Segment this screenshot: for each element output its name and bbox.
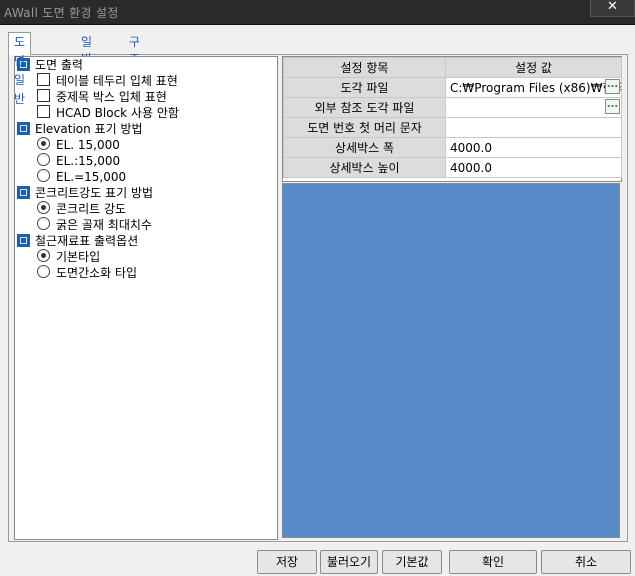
radio-selected-icon[interactable] (37, 249, 50, 262)
column-header-setting-value: 설정 값 (445, 57, 622, 78)
default-button[interactable]: 기본값 (382, 550, 442, 574)
option-label: EL.:15,000 (56, 154, 121, 168)
group-icon (17, 122, 30, 135)
checkbox-icon[interactable] (37, 89, 50, 102)
close-button[interactable]: ✕ (590, 0, 635, 17)
browse-button[interactable]: ... (605, 99, 620, 114)
table-header-row: 설정 항목 설정 값 (283, 57, 622, 78)
radio-el-space[interactable]: EL. 15,000 (37, 137, 120, 153)
group-icon (17, 234, 30, 247)
property-key: 상세박스 높이 (283, 157, 446, 178)
option-label: 기본타입 (56, 250, 101, 264)
load-button[interactable]: 불러오기 (320, 550, 378, 574)
option-label: EL. 15,000 (56, 138, 120, 152)
window-title: AWall 도면 환경 설정 (4, 6, 119, 20)
preview-panel (282, 183, 620, 538)
tree-group-drawing-output: 도면 출력 (17, 57, 83, 73)
property-table: 설정 항목 설정 값 도각 파일 C:₩Program Files (x86)₩… (283, 57, 622, 178)
tree-group-concrete-strength: 콘크리트강도 표기 방법 (17, 185, 153, 201)
property-key: 도면 번호 첫 머리 문자 (283, 117, 446, 138)
option-tree[interactable]: 도면 출력 테이블 테두리 입체 표현 중제목 박스 입체 표현 HCAD Bl… (14, 56, 278, 540)
tab-drawing-general[interactable]: 도면 일반 (8, 32, 32, 106)
checkbox-subtitle-box-3d[interactable]: 중제목 박스 입체 표현 (37, 89, 167, 105)
title-bar: AWall 도면 환경 설정 ✕ (0, 0, 635, 25)
cancel-button[interactable]: 취소 (541, 550, 631, 574)
browse-button[interactable]: ... (605, 79, 620, 94)
close-icon: ✕ (607, 0, 618, 14)
radio-el-colon[interactable]: EL.:15,000 (37, 153, 120, 169)
radio-basic-type[interactable]: 기본타입 (37, 249, 100, 265)
table-row: 상세박스 높이 4000.0 (283, 157, 622, 178)
property-value-field[interactable]: ... (445, 97, 622, 118)
save-button[interactable]: 저장 (257, 550, 317, 574)
radio-el-equals[interactable]: EL.=15,000 (37, 169, 126, 185)
checkbox-icon[interactable] (37, 105, 50, 118)
property-key: 도각 파일 (283, 77, 446, 98)
property-value: 4000.0 (450, 140, 492, 155)
option-label: EL.=15,000 (56, 170, 127, 184)
option-label: 중제목 박스 입체 표현 (56, 90, 167, 104)
radio-max-aggregate-size[interactable]: 굵은 골재 최대치수 (37, 217, 152, 233)
property-key: 외부 참조 도각 파일 (283, 97, 446, 118)
property-value-field[interactable]: 4000.0 (445, 157, 622, 178)
table-row: 도각 파일 C:₩Program Files (x86)₩한국 ... (283, 77, 622, 98)
tab-label: 도면 일반 (14, 35, 26, 106)
option-label: 도면간소화 타입 (56, 266, 138, 280)
tab-general-drawing[interactable]: 일반도 (81, 34, 92, 83)
option-label: 콘크리트 강도 (56, 202, 127, 216)
group-label: 철근재료표 출력옵션 (35, 234, 139, 248)
radio-selected-icon[interactable] (37, 137, 50, 150)
property-value-field[interactable]: C:₩Program Files (x86)₩한국 ... (445, 77, 622, 98)
group-label: 도면 출력 (35, 58, 83, 72)
checkbox-hcad-block-disable[interactable]: HCAD Block 사용 안함 (37, 105, 179, 121)
radio-selected-icon[interactable] (37, 201, 50, 214)
option-label: 테이블 테두리 입체 표현 (56, 74, 178, 88)
tree-group-elevation-notation: Elevation 표기 방법 (17, 121, 143, 137)
radio-concrete-strength[interactable]: 콘크리트 강도 (37, 201, 126, 217)
radio-icon[interactable] (37, 265, 50, 278)
property-value-field[interactable]: 4000.0 (445, 137, 622, 158)
table-row: 도면 번호 첫 머리 문자 (283, 117, 622, 138)
tab-structural-drawing[interactable]: 구조도 (129, 34, 140, 83)
table-row: 외부 참조 도각 파일 ... (283, 97, 622, 118)
radio-icon[interactable] (37, 169, 50, 182)
property-value: C:₩Program Files (x86)₩한국 (450, 81, 622, 95)
property-key: 상세박스 폭 (283, 137, 446, 158)
checkbox-icon[interactable] (37, 73, 50, 86)
radio-icon[interactable] (37, 153, 50, 166)
option-label: 굵은 골재 최대치수 (56, 218, 152, 232)
tree-group-rebar-table-output: 철근재료표 출력옵션 (17, 233, 138, 249)
property-value: 4000.0 (450, 160, 492, 175)
property-grid: 설정 항목 설정 값 도각 파일 C:₩Program Files (x86)₩… (282, 56, 622, 182)
checkbox-table-border-3d[interactable]: 테이블 테두리 입체 표현 (37, 73, 178, 89)
column-header-setting-item: 설정 항목 (283, 57, 446, 78)
group-label: Elevation 표기 방법 (35, 122, 143, 136)
radio-icon[interactable] (37, 217, 50, 230)
ok-button[interactable]: 확인 (449, 550, 537, 574)
group-label: 콘크리트강도 표기 방법 (35, 186, 154, 200)
option-label: HCAD Block 사용 안함 (56, 106, 179, 120)
group-icon (17, 186, 30, 199)
table-row: 상세박스 폭 4000.0 (283, 137, 622, 158)
radio-simplified-type[interactable]: 도면간소화 타입 (37, 265, 137, 281)
property-value-field[interactable] (445, 117, 622, 138)
